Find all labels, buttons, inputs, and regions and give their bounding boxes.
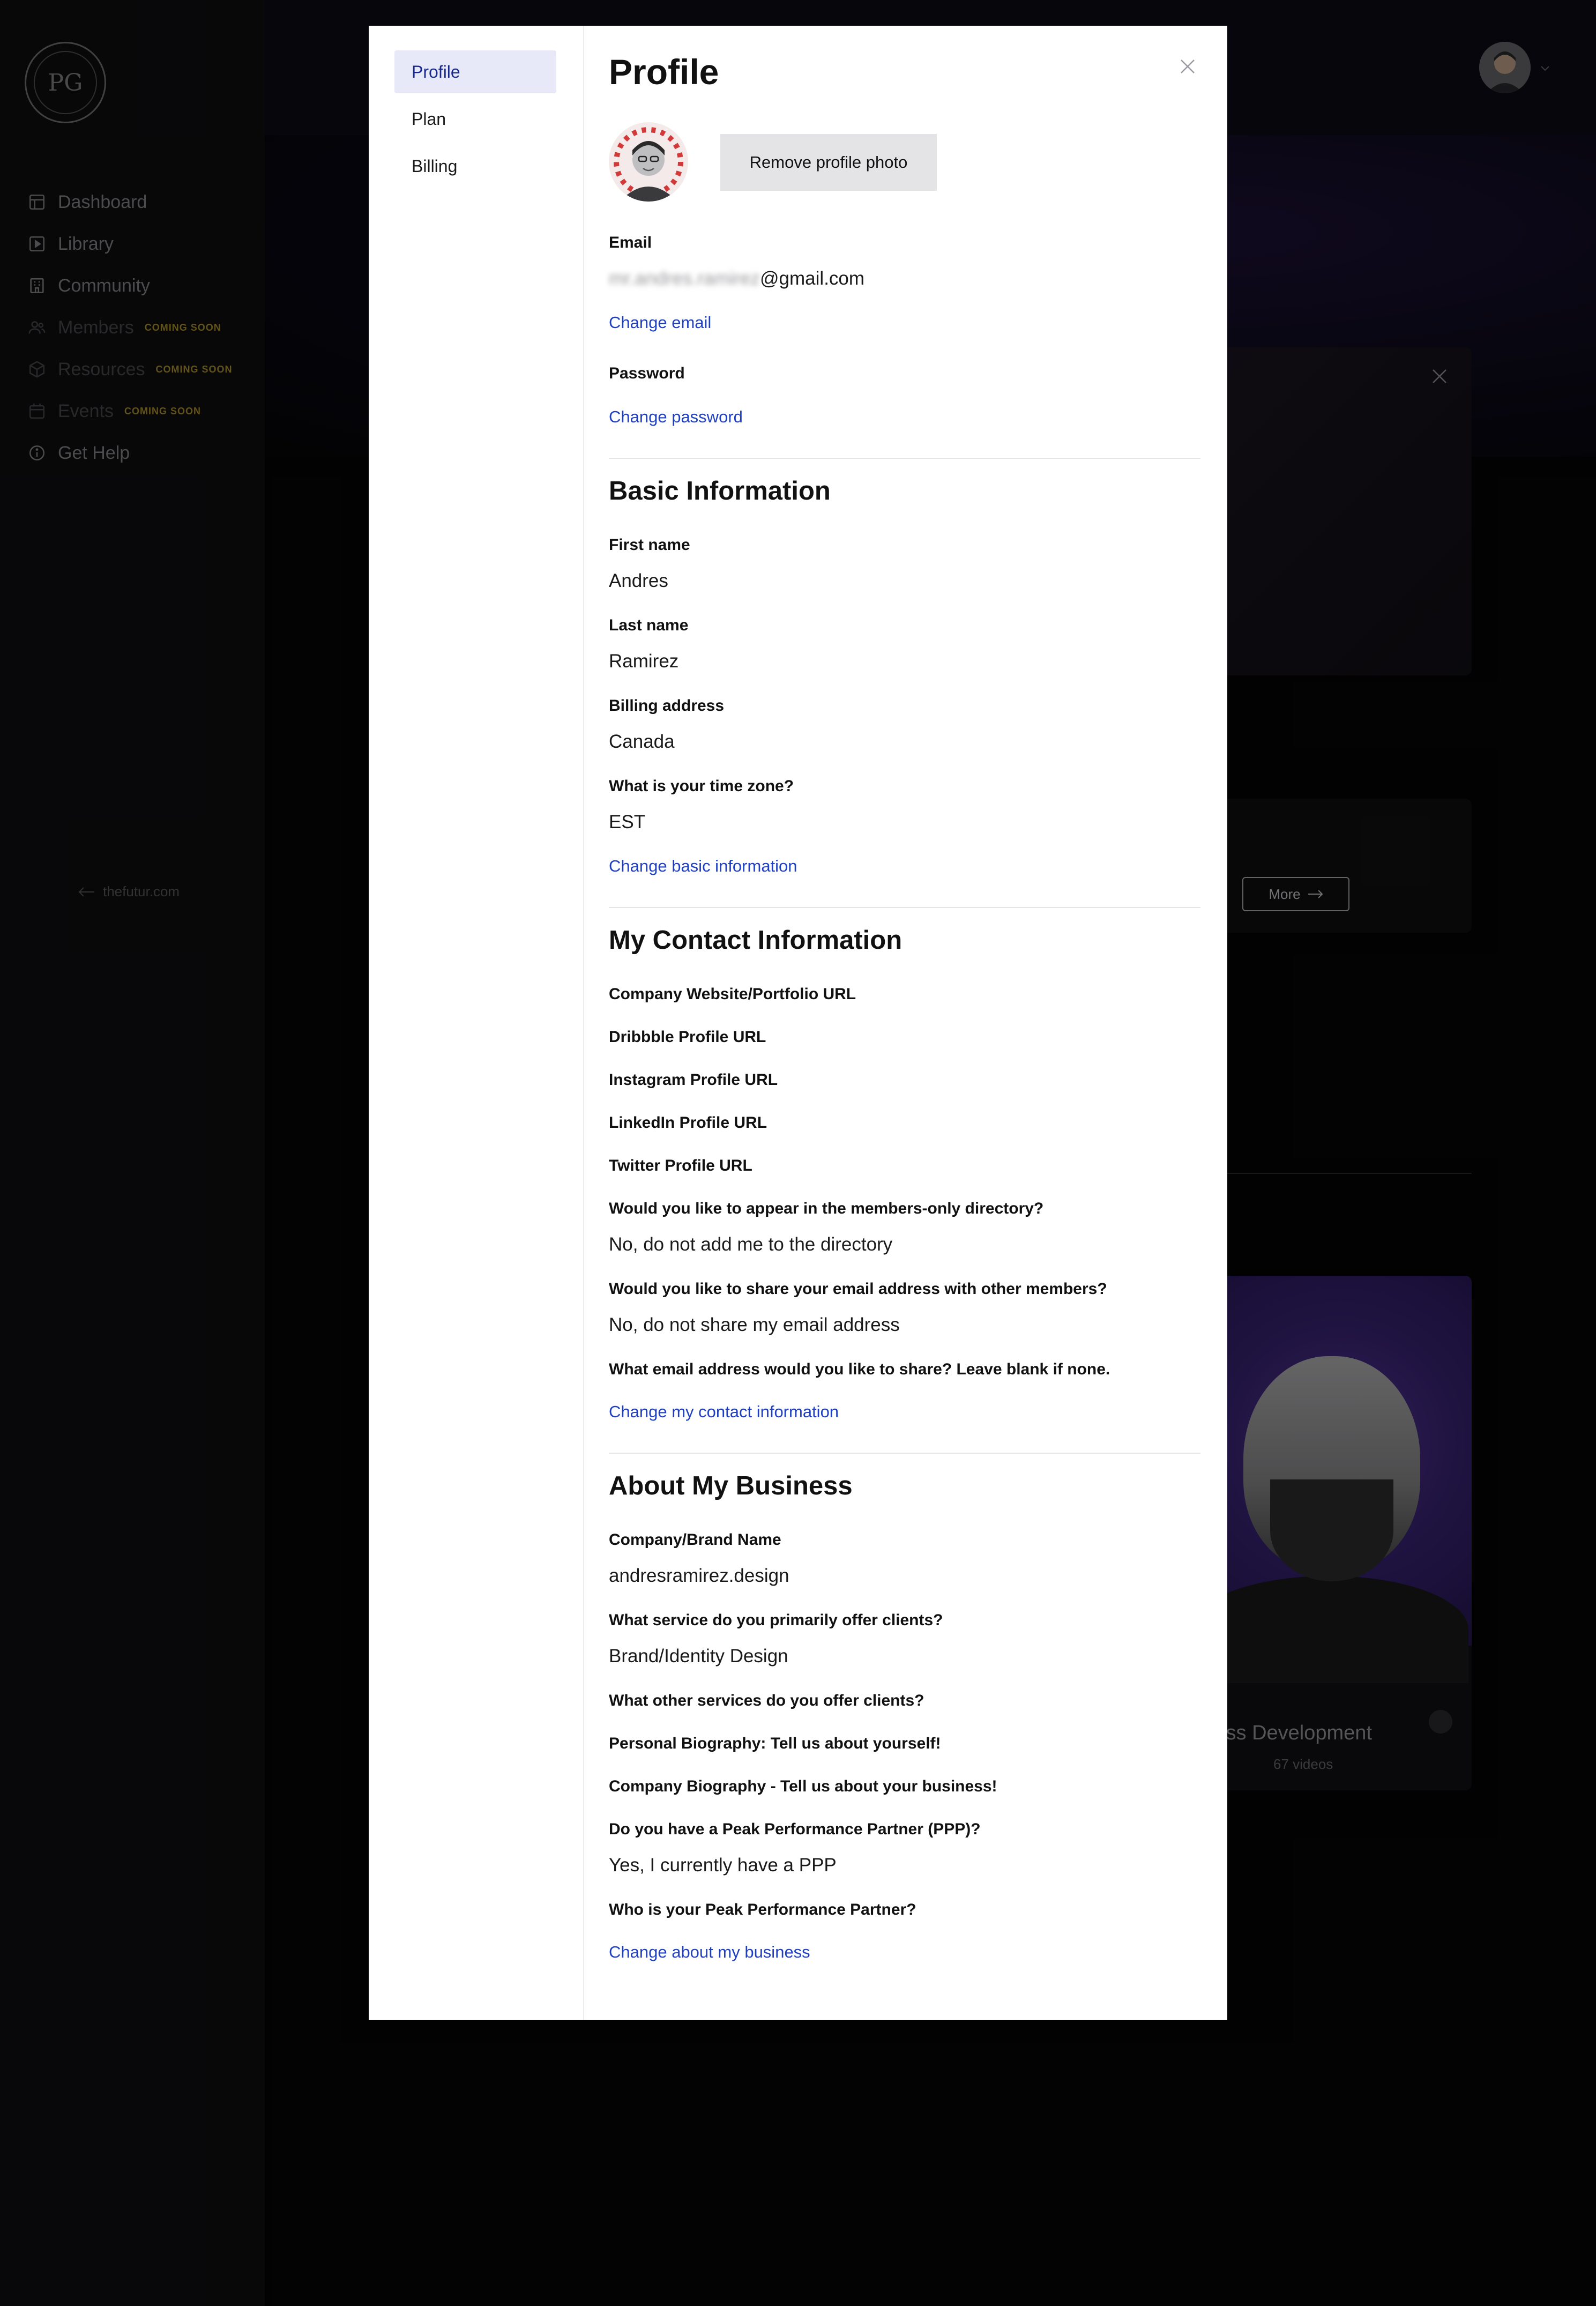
email-hidden-part: mr.andres.ramirez	[609, 268, 760, 289]
close-modal-icon[interactable]	[1177, 56, 1198, 77]
profile-photo-image	[609, 122, 688, 202]
website-url-label: Company Website/Portfolio URL	[609, 985, 856, 1003]
account-settings-modal: Profile Plan Billing Profile Remove prof…	[369, 26, 1227, 2020]
ppp-partner-label: Who is your Peak Performance Partner?	[609, 1901, 916, 1918]
email-value: mr.andres.ramirez@gmail.com	[609, 268, 864, 289]
change-about-business-link[interactable]: Change about my business	[609, 1943, 810, 1962]
personal-biography-label: Personal Biography: Tell us about yourse…	[609, 1735, 941, 1752]
share-email-value: No, do not share my email address	[609, 1314, 900, 1335]
basic-information-heading: Basic Information	[609, 477, 831, 505]
last-name-value: Ramirez	[609, 651, 679, 672]
tab-plan[interactable]: Plan	[394, 98, 556, 140]
dribbble-url-label: Dribbble Profile URL	[609, 1028, 766, 1046]
billing-address-label: Billing address	[609, 697, 725, 715]
last-name-label: Last name	[609, 616, 689, 634]
ppp-value: Yes, I currently have a PPP	[609, 1855, 837, 1876]
share-email-label: Would you like to share your email addre…	[609, 1280, 1107, 1298]
page-title: Profile	[609, 52, 719, 92]
change-email-link[interactable]: Change email	[609, 313, 711, 332]
change-password-link[interactable]: Change password	[609, 407, 743, 427]
settings-nav: Profile Plan Billing	[369, 26, 584, 2020]
company-biography-label: Company Biography - Tell us about your b…	[609, 1777, 997, 1795]
shared-email-address-label: What email address would you like to sha…	[609, 1360, 1110, 1378]
company-name-value: andresramirez.design	[609, 1565, 789, 1586]
ppp-label: Do you have a Peak Performance Partner (…	[609, 1820, 981, 1838]
other-services-label: What other services do you offer clients…	[609, 1692, 924, 1709]
change-basic-information-link[interactable]: Change basic information	[609, 857, 797, 876]
time-zone-value: EST	[609, 812, 646, 832]
tab-billing[interactable]: Billing	[394, 145, 556, 188]
directory-value: No, do not add me to the directory	[609, 1234, 893, 1255]
twitter-url-label: Twitter Profile URL	[609, 1157, 752, 1174]
remove-profile-photo-button[interactable]: Remove profile photo	[720, 134, 937, 191]
company-name-label: Company/Brand Name	[609, 1531, 781, 1549]
email-label: Email	[609, 234, 652, 251]
primary-service-value: Brand/Identity Design	[609, 1646, 788, 1667]
tab-profile[interactable]: Profile	[394, 50, 556, 93]
time-zone-label: What is your time zone?	[609, 777, 794, 795]
password-label: Password	[609, 365, 685, 382]
directory-label: Would you like to appear in the members-…	[609, 1200, 1044, 1217]
email-domain: @gmail.com	[760, 268, 865, 289]
section-divider	[609, 1453, 1200, 1454]
instagram-url-label: Instagram Profile URL	[609, 1071, 778, 1089]
section-divider	[609, 458, 1200, 459]
first-name-value: Andres	[609, 570, 668, 591]
first-name-label: First name	[609, 536, 690, 554]
about-business-heading: About My Business	[609, 1471, 853, 1500]
section-divider	[609, 907, 1200, 908]
billing-address-value: Canada	[609, 731, 675, 752]
contact-information-heading: My Contact Information	[609, 926, 903, 955]
linkedin-url-label: LinkedIn Profile URL	[609, 1114, 767, 1132]
change-contact-information-link[interactable]: Change my contact information	[609, 1402, 839, 1422]
profile-photo[interactable]	[609, 122, 688, 202]
primary-service-label: What service do you primarily offer clie…	[609, 1611, 943, 1629]
